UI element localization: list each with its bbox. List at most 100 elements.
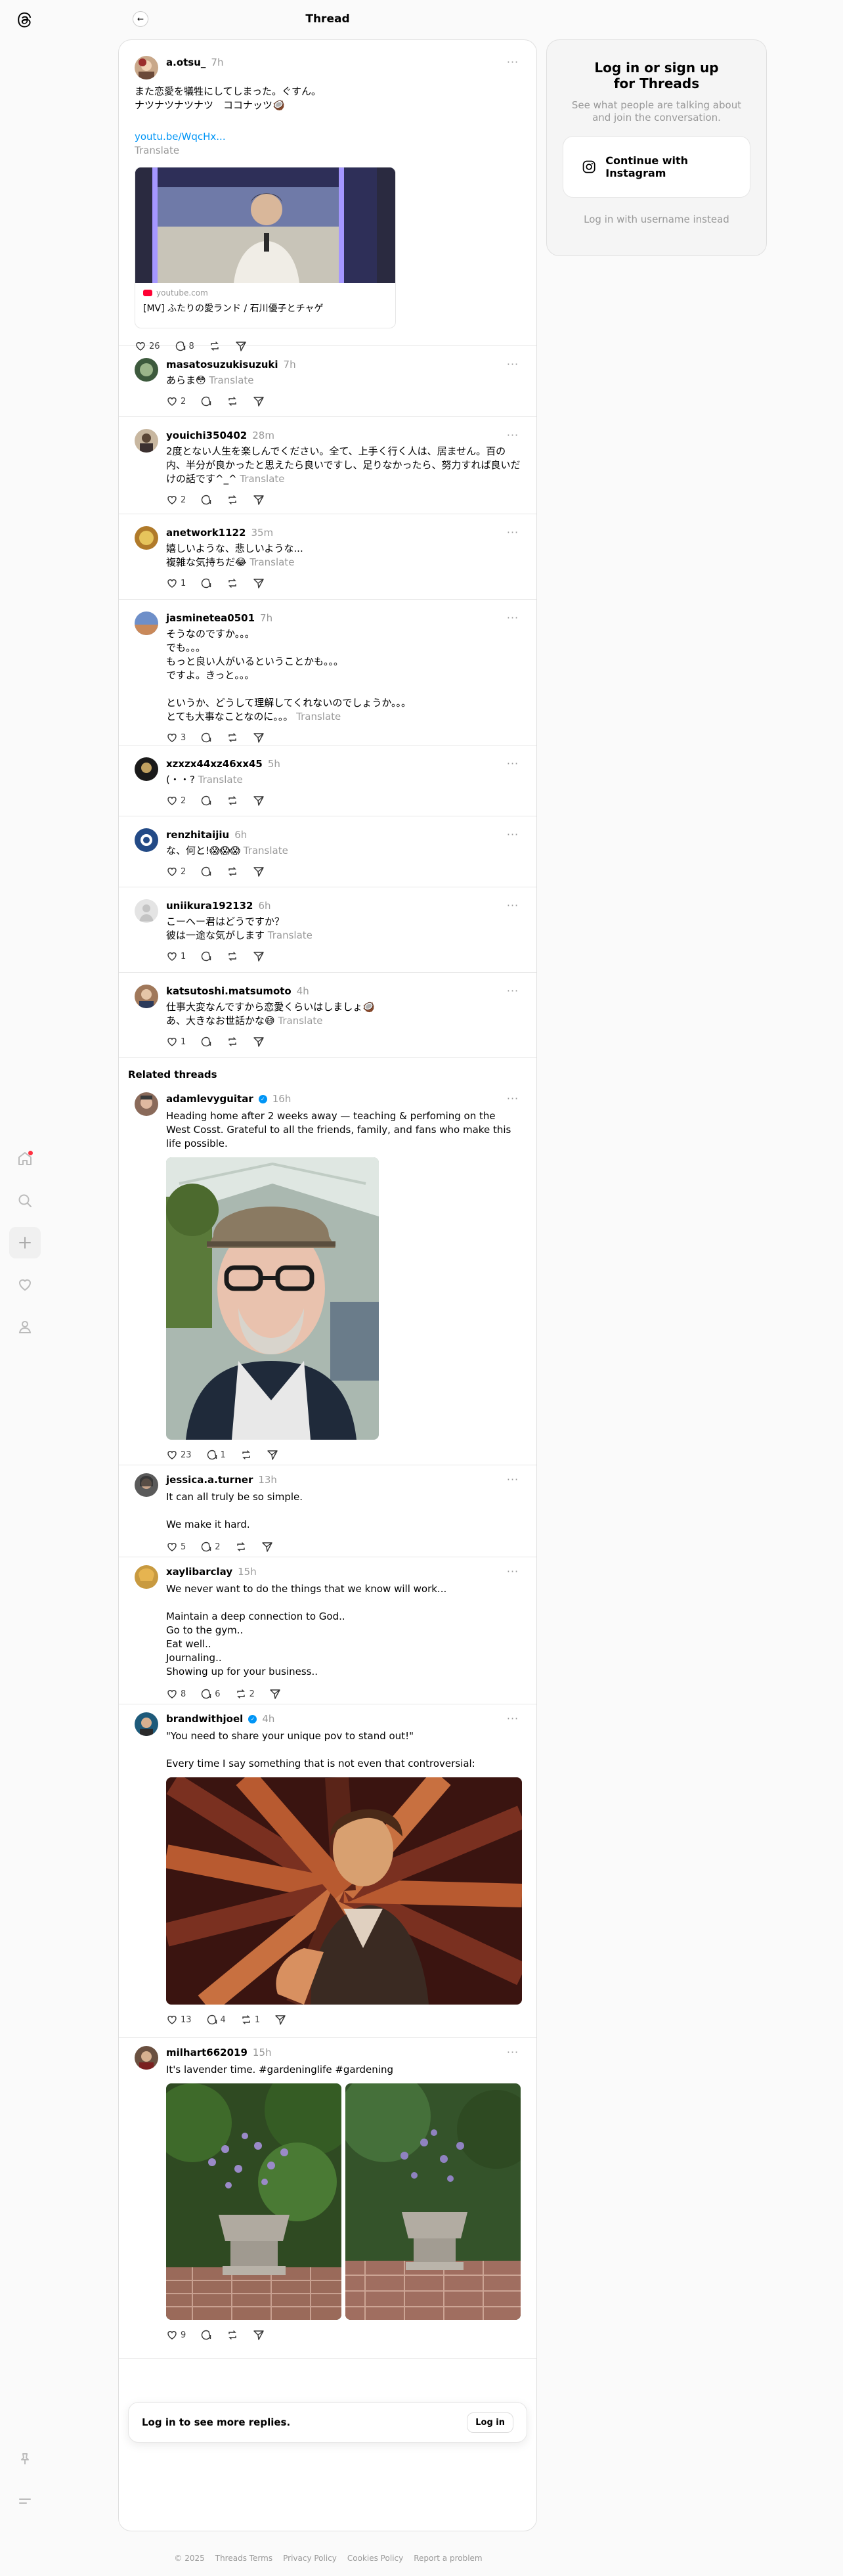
author-name[interactable]: youichi350402	[166, 430, 247, 441]
more-options-icon[interactable]: ···	[505, 757, 521, 770]
translate-link[interactable]: Translate	[278, 1015, 322, 1027]
like-button[interactable]: 1	[166, 1036, 186, 1048]
like-button[interactable]: 2	[166, 795, 186, 807]
more-options-icon[interactable]: ···	[505, 1712, 521, 1725]
more-options-icon[interactable]: ···	[505, 899, 521, 912]
share-button[interactable]	[267, 1449, 278, 1461]
translate-link[interactable]: Translate	[198, 774, 243, 786]
repost-button[interactable]	[227, 577, 238, 589]
avatar[interactable]	[135, 611, 158, 635]
author-name[interactable]: jessica.a.turner	[166, 1474, 253, 1486]
more-options-icon[interactable]: ···	[505, 56, 521, 68]
reply-button[interactable]: 2	[200, 1541, 221, 1553]
search-icon[interactable]	[9, 1185, 41, 1216]
share-button[interactable]	[253, 395, 265, 407]
like-button[interactable]: 8	[166, 1688, 186, 1700]
translate-link[interactable]: Translate	[244, 845, 288, 856]
menu-icon[interactable]	[9, 2485, 41, 2517]
more-options-icon[interactable]: ···	[505, 1565, 521, 1578]
avatar[interactable]	[135, 56, 158, 79]
like-button[interactable]: 2	[166, 494, 186, 506]
reply-button[interactable]	[200, 1036, 212, 1048]
heart-icon[interactable]	[9, 1269, 41, 1300]
back-arrow-icon[interactable]: ←	[133, 11, 148, 27]
like-button[interactable]: 2	[166, 866, 186, 877]
share-button[interactable]	[269, 1688, 281, 1700]
repost-button[interactable]	[227, 866, 238, 877]
repost-button[interactable]	[227, 1036, 238, 1048]
continue-with-instagram-button[interactable]: Continue with Instagram	[563, 136, 750, 198]
share-button[interactable]	[253, 795, 265, 807]
post-image[interactable]	[166, 1777, 522, 2005]
report-problem-link[interactable]: Report a problem	[414, 2554, 482, 2563]
repost-button[interactable]	[227, 395, 238, 407]
avatar[interactable]	[135, 358, 158, 382]
cookies-link[interactable]: Cookies Policy	[347, 2554, 403, 2563]
more-options-icon[interactable]: ···	[505, 1092, 521, 1105]
more-options-icon[interactable]: ···	[505, 2046, 521, 2058]
author-name[interactable]: xzxzx44xz46xx45	[166, 758, 263, 770]
more-options-icon[interactable]: ···	[505, 358, 521, 370]
reply-button[interactable]	[200, 577, 212, 589]
translate-link[interactable]: Translate	[268, 929, 313, 941]
youtube-link-card[interactable]: youtube.com [MV] ふたりの愛ランド / 石川優子とチャゲ	[135, 167, 396, 328]
repost-button[interactable]	[227, 950, 238, 962]
more-options-icon[interactable]: ···	[505, 1473, 521, 1486]
repost-button[interactable]	[235, 1541, 247, 1553]
avatar[interactable]	[135, 1712, 158, 1736]
terms-link[interactable]: Threads Terms	[215, 2554, 272, 2563]
like-button[interactable]: 3	[166, 732, 186, 744]
avatar[interactable]	[135, 526, 158, 550]
pin-icon[interactable]	[9, 2443, 41, 2475]
create-plus-icon[interactable]	[9, 1227, 41, 1258]
author-name[interactable]: jasminetea0501	[166, 612, 255, 624]
more-options-icon[interactable]: ···	[505, 429, 521, 441]
repost-button[interactable]	[227, 795, 238, 807]
reply-button[interactable]	[200, 395, 212, 407]
author-name[interactable]: adamlevyguitar	[166, 1093, 253, 1105]
repost-button[interactable]: 2	[235, 1688, 255, 1700]
post-photo[interactable]	[166, 2083, 341, 2320]
like-button[interactable]: 9	[166, 2329, 186, 2341]
share-button[interactable]	[274, 2014, 286, 2026]
author-name[interactable]: anetwork1122	[166, 527, 246, 539]
privacy-link[interactable]: Privacy Policy	[283, 2554, 337, 2563]
reply-button[interactable]	[200, 795, 212, 807]
reply-button[interactable]: 6	[200, 1688, 221, 1700]
author-name[interactable]: katsutoshi.matsumoto	[166, 985, 292, 997]
author-name[interactable]: masatosuzukisuzuki	[166, 359, 278, 370]
share-button[interactable]	[253, 866, 265, 877]
share-button[interactable]	[253, 577, 265, 589]
share-button[interactable]	[253, 2329, 265, 2341]
repost-button[interactable]: 1	[240, 2014, 260, 2026]
like-button[interactable]: 23	[166, 1449, 192, 1461]
reply-button[interactable]: 4	[206, 2014, 226, 2026]
more-options-icon[interactable]: ···	[505, 611, 521, 624]
reply-button[interactable]	[200, 494, 212, 506]
threads-logo-icon[interactable]	[13, 8, 37, 32]
like-button[interactable]: 2	[166, 395, 186, 407]
username-login-link[interactable]: Log in with username instead	[563, 213, 750, 225]
share-button[interactable]	[253, 1036, 265, 1048]
like-button[interactable]: 1	[166, 577, 186, 589]
translate-link[interactable]: Translate	[296, 711, 341, 722]
share-button[interactable]	[253, 732, 265, 744]
profile-icon[interactable]	[9, 1311, 41, 1343]
reply-button[interactable]	[200, 950, 212, 962]
translate-link[interactable]: Translate	[135, 144, 179, 156]
more-options-icon[interactable]: ···	[505, 985, 521, 997]
avatar[interactable]	[135, 429, 158, 453]
translate-link[interactable]: Translate	[209, 374, 253, 386]
youtube-link[interactable]: youtu.be/WqcHx...	[135, 131, 226, 143]
avatar[interactable]	[135, 985, 158, 1008]
more-options-icon[interactable]: ···	[505, 828, 521, 841]
avatar[interactable]	[135, 899, 158, 923]
avatar[interactable]	[135, 1092, 158, 1116]
repost-button[interactable]	[227, 494, 238, 506]
avatar[interactable]	[135, 2046, 158, 2070]
avatar[interactable]	[135, 1565, 158, 1589]
reply-button[interactable]	[200, 732, 212, 744]
author-name[interactable]: brandwithjoel	[166, 1713, 243, 1725]
repost-button[interactable]	[227, 2329, 238, 2341]
post-photo[interactable]	[345, 2083, 521, 2320]
